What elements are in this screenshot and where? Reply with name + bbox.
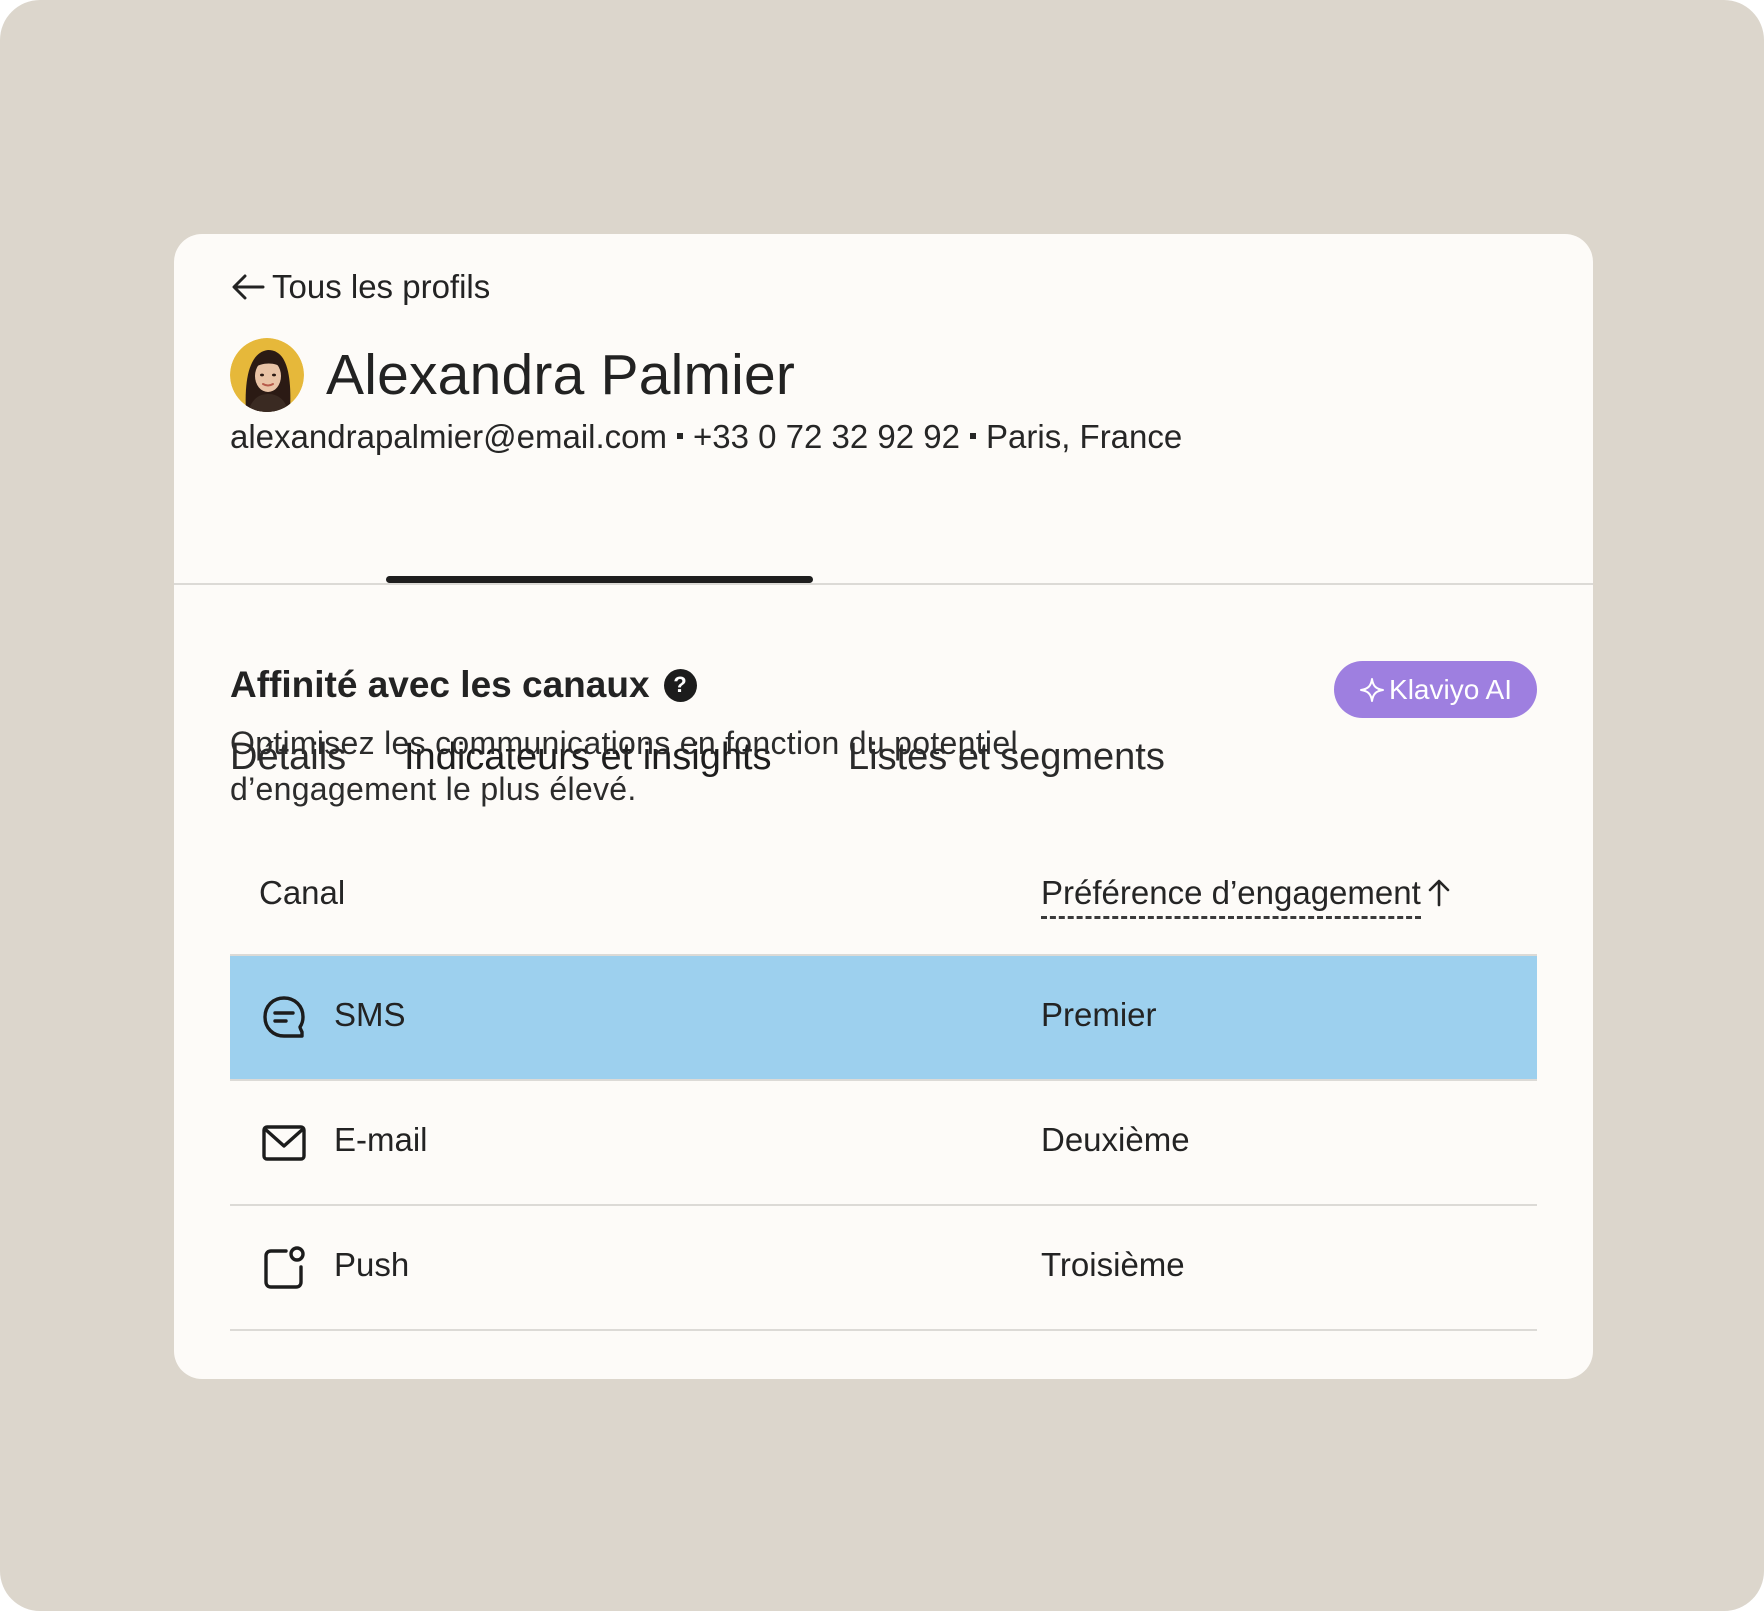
channel-label: Push xyxy=(334,1246,410,1283)
profile-header: Alexandra Palmier xyxy=(230,338,795,412)
page-background: Tous les profils Alexandra Palmier alexa… xyxy=(0,0,1764,1611)
sparkle-icon xyxy=(1360,677,1385,702)
profile-name: Alexandra Palmier xyxy=(326,343,796,407)
avatar xyxy=(230,338,304,412)
arrow-up-icon xyxy=(1428,879,1450,906)
klaviyo-ai-badge[interactable]: Klaviyo AI xyxy=(1334,661,1537,718)
preference-value: Deuxième xyxy=(1041,1121,1190,1158)
arrow-left-icon xyxy=(232,274,265,300)
table-row-push[interactable]: Push Troisième xyxy=(230,1206,1537,1331)
column-header-preference[interactable]: Préférence d’engagement xyxy=(1041,874,1451,919)
back-to-profiles-link[interactable]: Tous les profils xyxy=(230,268,490,306)
table-row-email[interactable]: E-mail Deuxième xyxy=(230,1081,1537,1206)
separator-dot xyxy=(970,433,977,440)
column-header-preference-label: Préférence d’engagement xyxy=(1041,874,1421,919)
channel-label: E-mail xyxy=(334,1121,428,1158)
profile-phone: +33 0 72 32 92 92 xyxy=(693,418,961,455)
section-title: Affinité avec les canaux ? xyxy=(230,664,697,706)
push-notification-icon xyxy=(264,1246,305,1289)
active-tab-indicator xyxy=(386,576,813,583)
preference-value: Premier xyxy=(1041,996,1157,1033)
preference-value: Troisième xyxy=(1041,1246,1185,1283)
column-header-channel: Canal xyxy=(259,874,346,911)
chat-bubble-icon xyxy=(263,996,305,1038)
tabs-divider xyxy=(174,583,1593,585)
section-title-text: Affinité avec les canaux xyxy=(230,664,650,705)
back-link-label: Tous les profils xyxy=(272,268,491,305)
profile-email: alexandrapalmier@email.com xyxy=(230,418,668,455)
separator-dot xyxy=(677,433,684,440)
table-row-sms[interactable]: SMS Premier xyxy=(230,956,1537,1081)
profile-location: Paris, France xyxy=(986,418,1183,455)
contact-info: alexandrapalmier@email.com +33 0 72 32 92… xyxy=(230,418,1182,456)
klaviyo-ai-label: Klaviyo AI xyxy=(1389,673,1512,705)
channel-label: SMS xyxy=(334,996,406,1033)
section-description: Optimisez les communications en fonction… xyxy=(230,725,1018,807)
help-icon[interactable]: ? xyxy=(663,668,697,702)
mail-icon xyxy=(262,1125,306,1161)
profile-card: Tous les profils Alexandra Palmier alexa… xyxy=(174,234,1593,1379)
